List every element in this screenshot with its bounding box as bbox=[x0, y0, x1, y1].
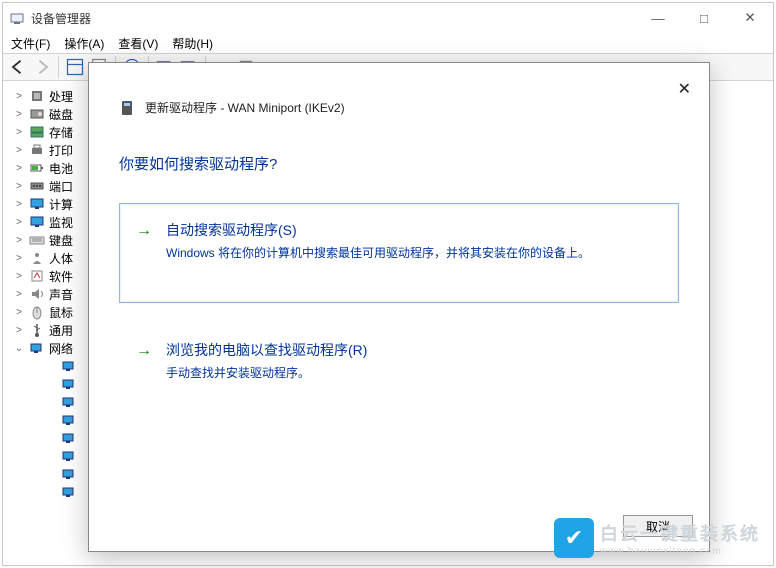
option-auto-desc: Windows 将在你的计算机中搜索最佳可用驱动程序，并将其安装在你的设备上。 bbox=[166, 244, 660, 261]
expand-icon[interactable]: > bbox=[13, 91, 25, 102]
battery-icon bbox=[29, 160, 45, 176]
tree-node-label: 网络 bbox=[49, 340, 73, 357]
sound-icon bbox=[29, 286, 45, 302]
option-browse-title: 浏览我的电脑以查找驱动程序(R) bbox=[166, 340, 660, 360]
minimize-button[interactable]: — bbox=[635, 3, 681, 33]
watermark: ✔ 白云一键重装系统 www.baiyunxitong.com bbox=[554, 518, 760, 558]
expand-icon[interactable]: > bbox=[13, 199, 25, 210]
watermark-logo-icon: ✔ bbox=[554, 518, 594, 558]
expand-icon[interactable]: > bbox=[13, 163, 25, 174]
tree-node-label: 声音 bbox=[49, 286, 73, 303]
tree-node-label: 打印 bbox=[49, 142, 73, 159]
update-driver-dialog: ✕ 更新驱动程序 - WAN Miniport (IKEv2) 你要如何搜索驱动… bbox=[88, 62, 710, 552]
close-button[interactable]: ✕ bbox=[727, 3, 773, 33]
tree-node-label: 监视 bbox=[49, 214, 73, 231]
expand-icon[interactable]: > bbox=[13, 325, 25, 336]
tree-node-label: 磁盘 bbox=[49, 106, 73, 123]
dialog-question: 你要如何搜索驱动程序? bbox=[119, 153, 277, 174]
tree-node-label: 键盘 bbox=[49, 232, 73, 249]
monitor-icon bbox=[29, 196, 45, 212]
menu-help[interactable]: 帮助(H) bbox=[172, 35, 213, 52]
disk-icon bbox=[29, 106, 45, 122]
network-adapter-icon bbox=[61, 448, 77, 464]
network-icon bbox=[29, 340, 45, 356]
usb-icon bbox=[29, 322, 45, 338]
expand-icon[interactable]: > bbox=[13, 181, 25, 192]
tree-node-label: 计算 bbox=[49, 196, 73, 213]
expand-icon[interactable]: > bbox=[13, 109, 25, 120]
app-icon bbox=[9, 10, 25, 26]
storage-icon bbox=[29, 124, 45, 140]
option-auto-search[interactable]: → 自动搜索驱动程序(S) Windows 将在你的计算机中搜索最佳可用驱动程序… bbox=[119, 203, 679, 303]
monitor-icon bbox=[29, 214, 45, 230]
arrow-icon: → bbox=[136, 342, 152, 360]
option-browse-desc: 手动查找并安装驱动程序。 bbox=[166, 364, 660, 381]
dialog-title: 更新驱动程序 - WAN Miniport (IKEv2) bbox=[145, 99, 345, 116]
collapse-icon[interactable]: ⌄ bbox=[13, 343, 25, 354]
menu-view[interactable]: 查看(V) bbox=[118, 35, 158, 52]
port-icon bbox=[29, 178, 45, 194]
device-icon bbox=[119, 100, 135, 116]
network-adapter-icon bbox=[61, 412, 77, 428]
option-browse[interactable]: → 浏览我的电脑以查找驱动程序(R) 手动查找并安装驱动程序。 bbox=[119, 323, 679, 393]
show-hide-tree-button[interactable] bbox=[64, 56, 86, 78]
network-adapter-icon bbox=[61, 394, 77, 410]
tree-node-label: 通用 bbox=[49, 322, 73, 339]
tree-node-label: 电池 bbox=[49, 160, 73, 177]
network-adapter-icon bbox=[61, 484, 77, 500]
tree-node-label: 存储 bbox=[49, 124, 73, 141]
window-title: 设备管理器 bbox=[31, 10, 91, 27]
tree-node-label: 人体 bbox=[49, 250, 73, 267]
expand-icon[interactable]: > bbox=[13, 145, 25, 156]
printer-icon bbox=[29, 142, 45, 158]
tree-node-label: 鼠标 bbox=[49, 304, 73, 321]
expand-icon[interactable]: > bbox=[13, 217, 25, 228]
network-adapter-icon bbox=[61, 430, 77, 446]
expand-icon[interactable]: > bbox=[13, 307, 25, 318]
network-adapter-icon bbox=[61, 358, 77, 374]
expand-icon[interactable]: > bbox=[13, 289, 25, 300]
chip-icon bbox=[29, 88, 45, 104]
expand-icon[interactable]: > bbox=[13, 271, 25, 282]
software-icon bbox=[29, 268, 45, 284]
option-auto-title: 自动搜索驱动程序(S) bbox=[166, 220, 660, 240]
expand-icon[interactable]: > bbox=[13, 127, 25, 138]
watermark-brand: 白云一键重装系统 bbox=[600, 520, 760, 546]
tree-node-label: 软件 bbox=[49, 268, 73, 285]
titlebar: 设备管理器 — □ ✕ bbox=[3, 3, 773, 33]
hid-icon bbox=[29, 250, 45, 266]
network-adapter-icon bbox=[61, 376, 77, 392]
network-adapter-icon bbox=[61, 466, 77, 482]
keyboard-icon bbox=[29, 232, 45, 248]
dialog-close-button[interactable]: ✕ bbox=[674, 75, 695, 103]
menubar: 文件(F) 操作(A) 查看(V) 帮助(H) bbox=[3, 33, 773, 53]
nav-back-button[interactable] bbox=[7, 56, 29, 78]
expand-icon[interactable]: > bbox=[13, 253, 25, 264]
tree-node-label: 端口 bbox=[49, 178, 73, 195]
arrow-icon: → bbox=[136, 222, 152, 240]
menu-file[interactable]: 文件(F) bbox=[11, 35, 50, 52]
expand-icon[interactable]: > bbox=[13, 235, 25, 246]
nav-forward-button[interactable] bbox=[31, 56, 53, 78]
menu-action[interactable]: 操作(A) bbox=[64, 35, 104, 52]
mouse-icon bbox=[29, 304, 45, 320]
watermark-url: www.baiyunxitong.com bbox=[600, 546, 760, 557]
tree-node-label: 处理 bbox=[49, 88, 73, 105]
maximize-button[interactable]: □ bbox=[681, 3, 727, 33]
